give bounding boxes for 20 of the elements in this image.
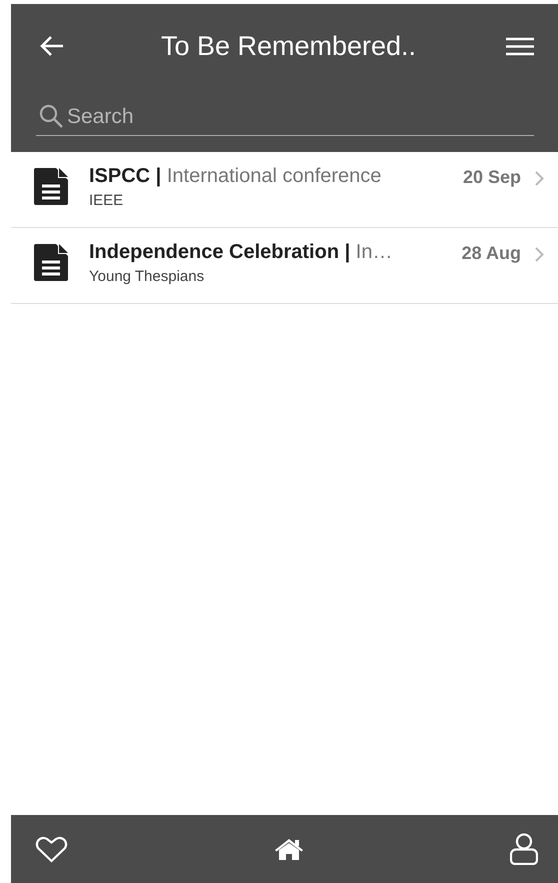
event-list-item[interactable]: ISPCC | International conference IEEE 20 Sep (11, 152, 558, 228)
event-title: Independence Celebration | In… (89, 241, 394, 264)
document-icon (34, 168, 68, 205)
chevron-right-icon (535, 171, 544, 186)
event-list-item[interactable]: Independence Celebration | In… Young Thespians 28 Aug (11, 228, 558, 304)
event-date: 20 Sep (462, 167, 521, 188)
menu-icon[interactable] (506, 36, 534, 56)
search-icon (39, 104, 63, 129)
document-icon (34, 244, 68, 281)
page-title: To Be Remembered.. (160, 30, 418, 62)
user-icon[interactable] (510, 833, 538, 865)
back-arrow-icon[interactable] (39, 35, 65, 57)
event-organizer: IEEE (89, 192, 124, 209)
event-organizer: Young Thespians (89, 268, 206, 285)
home-icon[interactable] (274, 838, 304, 860)
event-title: ISPCC | International conference (89, 165, 382, 188)
search-field[interactable]: Search (67, 104, 467, 128)
event-date: 28 Aug (462, 243, 521, 264)
chevron-right-icon (535, 247, 544, 262)
heart-icon[interactable] (35, 836, 68, 862)
